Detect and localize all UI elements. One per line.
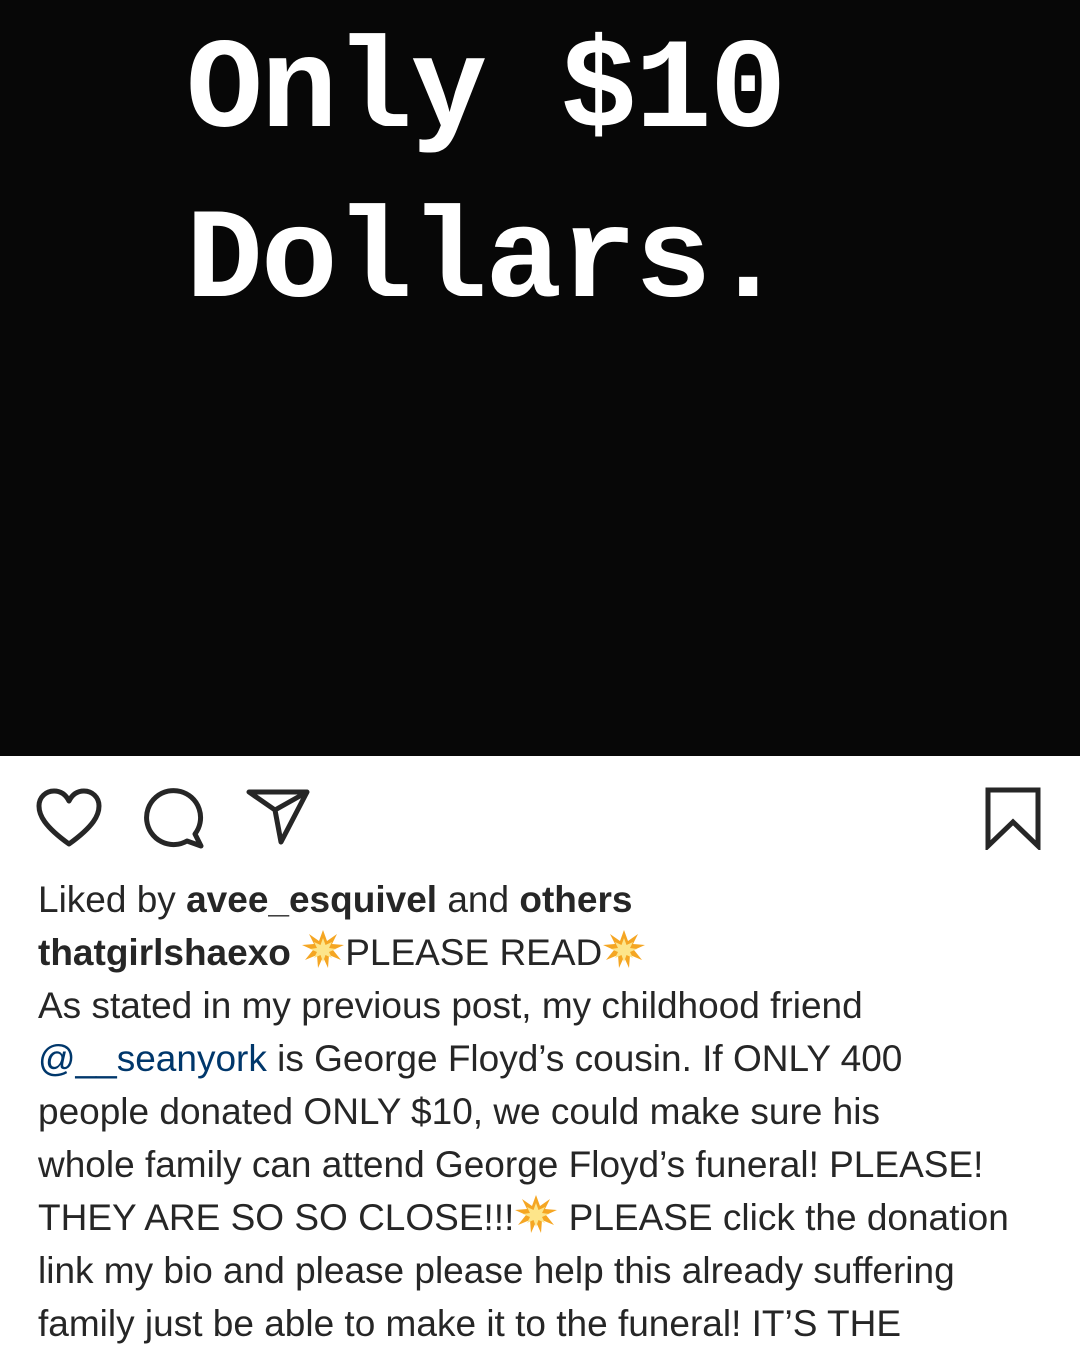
caption-username[interactable]: thatgirlshaexo [38, 932, 291, 973]
heart-icon[interactable] [36, 788, 102, 848]
comment-bubble-icon[interactable] [143, 788, 205, 850]
liked-by-label: Liked by [38, 879, 176, 920]
caption-line-5: THEY ARE SO SO CLOSE!!! PLEASE click the… [38, 1191, 1058, 1244]
caption-line-3: people donated ONLY $10, we could make s… [38, 1091, 880, 1132]
caption-line-6: link my bio and please please help this … [38, 1250, 955, 1291]
caption-line-1: As stated in my previous post, my childh… [38, 985, 863, 1026]
bookmark-icon[interactable] [984, 786, 1042, 850]
caption-line-5-b: PLEASE click the donation [558, 1197, 1009, 1238]
liker-username[interactable]: avee_esquivel [186, 879, 437, 920]
caption-headline-line: thatgirlshaexo PLEASE READ [38, 926, 1058, 979]
likes-others-link[interactable]: others [519, 879, 632, 920]
likes-connector: and [447, 879, 510, 920]
caption-line-2: @__seanyork is George Floyd’s cousin. If… [38, 1032, 1058, 1085]
collision-emoji-icon [301, 929, 345, 969]
caption-line-7: family just be able to make it to the fu… [38, 1303, 902, 1344]
mention-link[interactable]: @__seanyork [38, 1038, 267, 1079]
collision-emoji-icon [514, 1194, 558, 1234]
image-text-line-2: Dollars. [186, 190, 786, 335]
collision-emoji-icon [602, 929, 646, 969]
likes-line: Liked by avee_esquivel and others [38, 873, 1058, 926]
paper-plane-icon[interactable] [246, 788, 310, 846]
caption-line-5-a: THEY ARE SO SO CLOSE!!! [38, 1197, 515, 1238]
caption-line-2-text: is George Floyd’s cousin. If ONLY 400 [266, 1038, 903, 1079]
caption-area: Liked by avee_esquivel and others thatgi… [38, 873, 1058, 1350]
image-text-line-1: Only $10 [186, 20, 786, 165]
post-image[interactable]: Only $10 Dollars. [0, 0, 1080, 756]
action-bar [0, 756, 1080, 876]
caption-headline: PLEASE READ [345, 932, 603, 973]
post-image-text: Only $10 Dollars. [186, 8, 786, 348]
caption-line-4: whole family can attend George Floyd’s f… [38, 1144, 984, 1185]
